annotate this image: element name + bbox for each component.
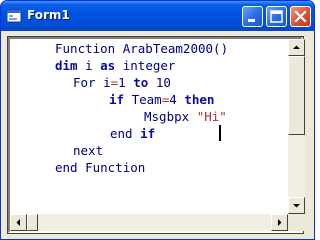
code-line[interactable]: end Function (55, 159, 145, 176)
arrow-up-icon (293, 45, 300, 49)
code-line[interactable]: Msgbpx "Hi" (144, 108, 227, 125)
code-text: 10 (148, 75, 171, 90)
scrollbar-corner (288, 214, 305, 231)
code-literal: "Hi" (196, 109, 227, 124)
horizontal-scrollbar[interactable] (10, 214, 288, 231)
scroll-right-button[interactable] (271, 214, 288, 231)
code-line[interactable]: dim i as integer (55, 57, 175, 74)
code-keyword: then (184, 92, 215, 107)
code-keyword: if (140, 126, 156, 141)
code-keyword: dim (55, 58, 78, 73)
code-line[interactable]: if Team=4 then (109, 91, 214, 108)
code-text: end Function (55, 160, 146, 175)
code-line[interactable]: next (73, 142, 103, 159)
vertical-scroll-thumb[interactable] (288, 56, 305, 135)
code-text: integer (115, 58, 176, 73)
code-area[interactable]: Function ArabTeam2000() dim i as integer… (10, 39, 288, 214)
code-line[interactable]: For i=1 to 10 (73, 74, 171, 91)
code-text: end (110, 126, 141, 141)
form1-window: Form1 Function ArabTeam2000() dim i as i… (0, 0, 315, 240)
code-text: Msgbpx (144, 109, 197, 124)
code-keyword: to (133, 75, 149, 90)
minimize-icon (248, 19, 255, 22)
code-keyword: if (109, 92, 125, 107)
arrow-down-icon (293, 204, 300, 208)
vertical-scrollbar[interactable] (288, 39, 305, 214)
code-line[interactable]: end if (110, 125, 155, 142)
maximize-button[interactable] (266, 6, 287, 27)
window-title: Form1 (27, 8, 70, 22)
code-text: 4 (169, 92, 185, 107)
code-text: next (73, 143, 104, 158)
code-editor[interactable]: Function ArabTeam2000() dim i as integer… (7, 36, 305, 234)
close-button[interactable] (290, 6, 311, 27)
scroll-down-button[interactable] (288, 197, 305, 214)
title-bar[interactable]: Form1 (1, 1, 314, 31)
code-text: 1 (118, 75, 134, 90)
code-text: Function ArabTeam2000() (55, 41, 229, 56)
code-text: i (77, 58, 101, 73)
code-line[interactable]: Function ArabTeam2000() (55, 40, 228, 57)
arrow-left-icon (16, 219, 20, 226)
maximize-icon (270, 10, 283, 23)
minimize-button[interactable] (242, 6, 263, 27)
code-text: For i (73, 75, 111, 90)
code-keyword: as (100, 58, 116, 73)
close-icon (294, 10, 307, 23)
scroll-left-button[interactable] (10, 214, 27, 231)
form-icon (6, 9, 22, 23)
arrow-right-icon (278, 219, 282, 226)
scroll-up-button[interactable] (288, 39, 305, 56)
code-text: Team (124, 92, 162, 107)
text-caret (219, 125, 221, 141)
horizontal-scroll-thumb[interactable] (27, 214, 38, 231)
